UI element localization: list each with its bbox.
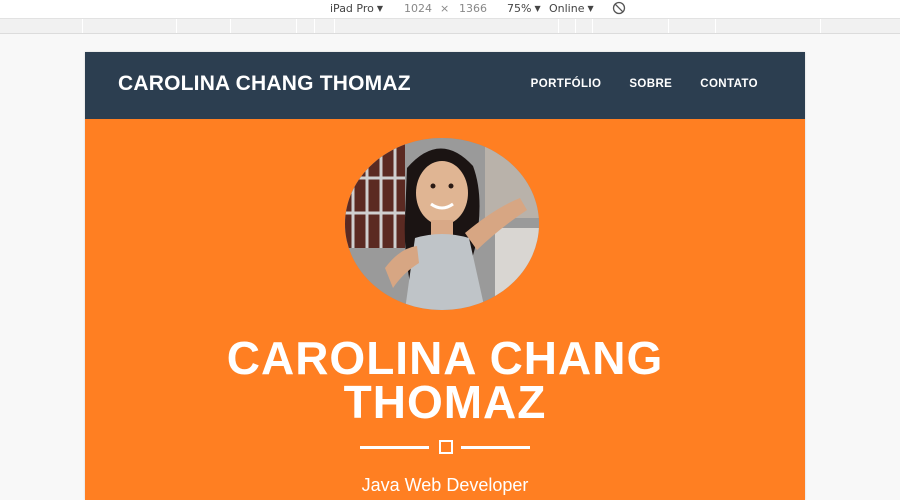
device-toolbar: iPad Pro ▼ 1024 × 1366 75% ▼ Online ▼ <box>0 0 900 19</box>
zoom-select-label: 75% <box>507 2 532 15</box>
dimension-separator: × <box>440 2 450 15</box>
chevron-down-icon: ▼ <box>534 4 541 13</box>
divider-star-icon <box>439 440 453 454</box>
throttling-select[interactable]: Online ▼ <box>549 2 594 15</box>
hero-title: CAROLINA CHANG THOMAZ <box>85 335 805 425</box>
device-select[interactable]: iPad Pro ▼ <box>330 2 383 15</box>
nav-link-sobre[interactable]: SOBRE <box>629 78 672 90</box>
nav-link-portfolio[interactable]: PORTFÓLIO <box>531 78 602 90</box>
chevron-down-icon: ▼ <box>376 4 384 13</box>
media-query-ruler[interactable] <box>0 19 900 34</box>
brand-link[interactable]: CAROLINA CHANG THOMAZ <box>118 72 411 96</box>
hero-title-line-2: THOMAZ <box>343 376 547 428</box>
device-select-label: iPad Pro <box>330 2 374 15</box>
top-navbar: CAROLINA CHANG THOMAZ PORTFÓLIO SOBRE CO… <box>85 52 805 119</box>
star-divider <box>360 440 530 454</box>
rotate-icon[interactable] <box>612 1 626 18</box>
divider-line-right <box>461 446 530 449</box>
divider-line-left <box>360 446 429 449</box>
page-viewport: CAROLINA CHANG THOMAZ PORTFÓLIO SOBRE CO… <box>85 52 805 500</box>
profile-avatar <box>345 138 539 310</box>
zoom-select[interactable]: 75% ▼ <box>507 2 541 15</box>
nav-links: PORTFÓLIO SOBRE CONTATO <box>531 78 758 90</box>
chevron-down-icon: ▼ <box>587 4 594 13</box>
hero-subtitle: Java Web Developer <box>361 475 529 495</box>
nav-link-contato[interactable]: CONTATO <box>700 78 758 90</box>
viewport-height-input[interactable]: 1366 <box>459 2 487 15</box>
viewport-width-input[interactable]: 1024 <box>404 2 432 15</box>
throttling-select-label: Online <box>549 2 585 15</box>
